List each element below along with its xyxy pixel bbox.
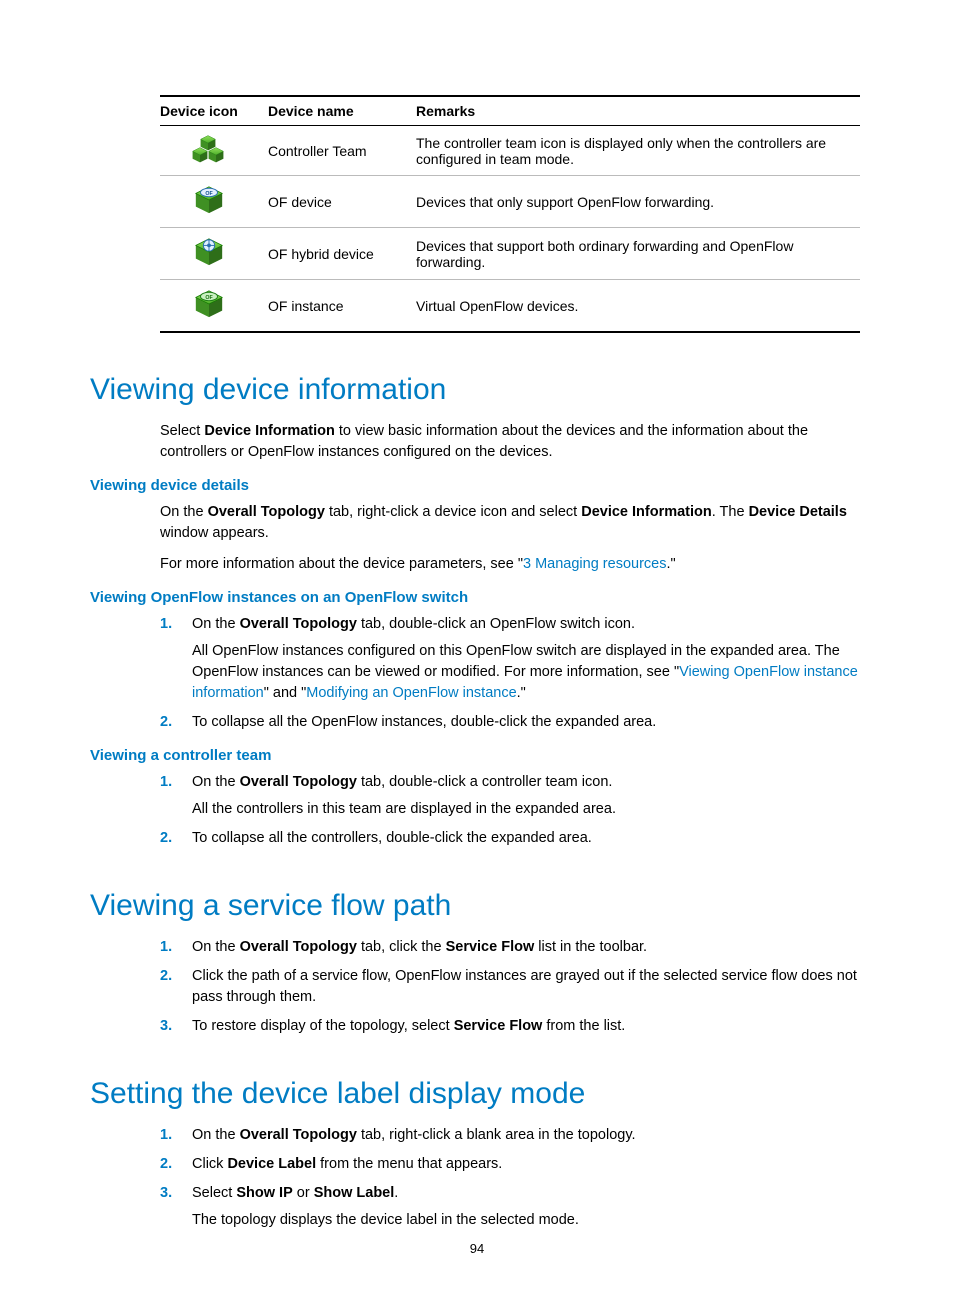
svg-text:OF: OF bbox=[205, 191, 213, 197]
link-modifying-openflow-instance[interactable]: Modifying an OpenFlow instance bbox=[306, 685, 516, 701]
paragraph: All the controllers in this team are dis… bbox=[192, 799, 864, 820]
table-row: OF OF device Devices that only support O… bbox=[160, 176, 860, 228]
heading-viewing-controller-team: Viewing a controller team bbox=[90, 747, 864, 764]
paragraph: The topology displays the device label i… bbox=[192, 1210, 864, 1231]
step-number: 2. bbox=[160, 712, 172, 733]
step-number: 3. bbox=[160, 1016, 172, 1037]
list-item: 2. Click Device Label from the menu that… bbox=[160, 1154, 864, 1175]
list-item: 2. To collapse all the controllers, doub… bbox=[160, 828, 864, 849]
cell-remarks: Devices that support both ordinary forwa… bbox=[416, 228, 860, 280]
page-number: 94 bbox=[0, 1241, 954, 1256]
link-managing-resources[interactable]: 3 Managing resources bbox=[523, 556, 666, 572]
step-number: 3. bbox=[160, 1183, 172, 1204]
paragraph: All OpenFlow instances configured on thi… bbox=[192, 641, 864, 704]
table-row: Controller Team The controller team icon… bbox=[160, 126, 860, 176]
cell-device-name: OF hybrid device bbox=[268, 228, 416, 280]
th-device-name: Device name bbox=[268, 96, 416, 126]
heading-viewing-device-details: Viewing device details bbox=[90, 477, 864, 494]
table-row: OF hybrid device Devices that support bo… bbox=[160, 228, 860, 280]
step-list: 1. On the Overall Topology tab, double-c… bbox=[160, 772, 864, 849]
list-item: 2. Click the path of a service flow, Ope… bbox=[160, 966, 864, 1008]
device-icon-table: Device icon Device name Remarks Controll… bbox=[160, 95, 860, 333]
list-item: 1. On the Overall Topology tab, right-cl… bbox=[160, 1125, 864, 1146]
step-number: 2. bbox=[160, 966, 172, 987]
step-number: 1. bbox=[160, 614, 172, 635]
cell-remarks: Virtual OpenFlow devices. bbox=[416, 280, 860, 333]
list-item: 3. Select Show IP or Show Label. The top… bbox=[160, 1183, 864, 1231]
step-list: 1. On the Overall Topology tab, right-cl… bbox=[160, 1125, 864, 1231]
paragraph: Select Device Information to view basic … bbox=[160, 421, 864, 463]
heading-viewing-device-information: Viewing device information bbox=[90, 373, 864, 407]
step-number: 2. bbox=[160, 828, 172, 849]
paragraph: For more information about the device pa… bbox=[160, 554, 864, 575]
cell-device-name: Controller Team bbox=[268, 126, 416, 176]
step-number: 2. bbox=[160, 1154, 172, 1175]
controller-team-icon bbox=[191, 151, 227, 167]
svg-text:OF: OF bbox=[205, 295, 213, 301]
list-item: 1. On the Overall Topology tab, double-c… bbox=[160, 772, 864, 820]
of-hybrid-device-icon bbox=[192, 255, 226, 271]
heading-viewing-service-flow-path: Viewing a service flow path bbox=[90, 889, 864, 923]
step-list: 1. On the Overall Topology tab, double-c… bbox=[160, 614, 864, 733]
cell-device-name: OF device bbox=[268, 176, 416, 228]
of-device-icon: OF bbox=[192, 203, 226, 219]
step-number: 1. bbox=[160, 1125, 172, 1146]
step-list: 1. On the Overall Topology tab, click th… bbox=[160, 937, 864, 1037]
step-number: 1. bbox=[160, 937, 172, 958]
th-remarks: Remarks bbox=[416, 96, 860, 126]
list-item: 1. On the Overall Topology tab, click th… bbox=[160, 937, 864, 958]
of-instance-icon: OF bbox=[192, 307, 226, 323]
heading-viewing-openflow-instances: Viewing OpenFlow instances on an OpenFlo… bbox=[90, 589, 864, 606]
step-number: 1. bbox=[160, 772, 172, 793]
table-row: OF OF instance Virtual OpenFlow devices. bbox=[160, 280, 860, 333]
paragraph: On the Overall Topology tab, right-click… bbox=[160, 502, 864, 544]
list-item: 1. On the Overall Topology tab, double-c… bbox=[160, 614, 864, 704]
heading-setting-device-label-display-mode: Setting the device label display mode bbox=[90, 1077, 864, 1111]
th-device-icon: Device icon bbox=[160, 96, 268, 126]
cell-remarks: Devices that only support OpenFlow forwa… bbox=[416, 176, 860, 228]
cell-device-name: OF instance bbox=[268, 280, 416, 333]
list-item: 3. To restore display of the topology, s… bbox=[160, 1016, 864, 1037]
cell-remarks: The controller team icon is displayed on… bbox=[416, 126, 860, 176]
list-item: 2. To collapse all the OpenFlow instance… bbox=[160, 712, 864, 733]
